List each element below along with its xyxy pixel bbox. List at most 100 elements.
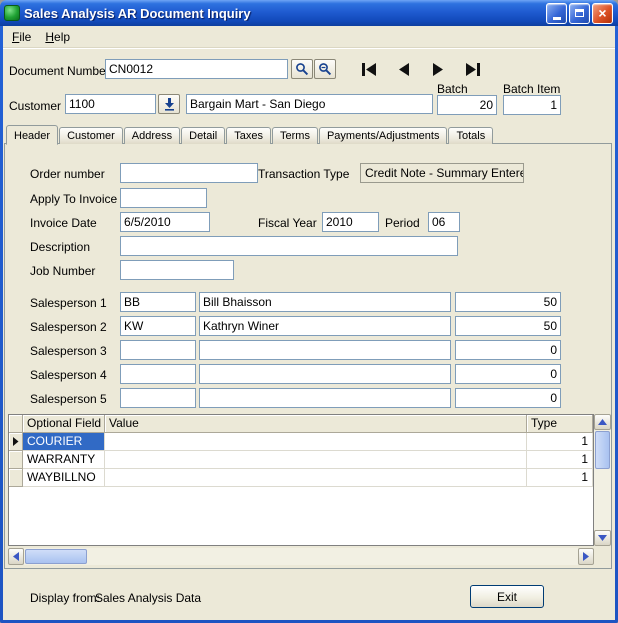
tab-totals[interactable]: Totals	[448, 127, 494, 144]
first-record-button[interactable]	[356, 61, 382, 77]
grid-header-optional-field[interactable]: Optional Field	[23, 415, 105, 433]
tab-address[interactable]: Address	[123, 127, 181, 144]
previous-record-button[interactable]	[391, 61, 417, 77]
grid-row-waybillno[interactable]: WAYBILLNO 1	[9, 469, 593, 487]
titlebar[interactable]: Sales Analysis AR Document Inquiry ×	[0, 0, 618, 26]
invoice-date-label: Invoice Date	[30, 216, 97, 230]
app-icon	[4, 5, 20, 21]
order-number-input[interactable]	[120, 163, 258, 183]
salesperson-5-percent[interactable]	[455, 388, 561, 408]
grid-row-warranty[interactable]: WARRANTY 1	[9, 451, 593, 469]
magnifier-plus-icon	[319, 63, 332, 76]
cell-value[interactable]	[105, 451, 527, 469]
apply-to-invoice-label: Apply To Invoice	[30, 192, 118, 206]
transaction-type-value: Credit Note - Summary Entered	[360, 163, 524, 183]
salesperson-4-percent[interactable]	[455, 364, 561, 384]
arrow-right-icon	[583, 552, 589, 561]
tab-payments-adjustments[interactable]: Payments/Adjustments	[318, 127, 448, 144]
exit-button[interactable]: Exit	[470, 585, 544, 608]
vertical-scroll-track[interactable]	[594, 470, 611, 530]
cell-optional-field[interactable]: WAYBILLNO	[23, 469, 105, 487]
cell-optional-field[interactable]: WARRANTY	[23, 451, 105, 469]
horizontal-scroll-thumb[interactable]	[25, 549, 87, 564]
job-number-input[interactable]	[120, 260, 234, 280]
grid-row-courier[interactable]: COURIER 1	[9, 433, 593, 451]
grid-header-type[interactable]: Type	[527, 415, 593, 433]
menu-help[interactable]: Help	[38, 28, 77, 46]
apply-to-invoice-input[interactable]	[120, 188, 207, 208]
arrow-up-icon	[598, 419, 607, 425]
row-selector[interactable]	[9, 451, 23, 469]
tab-terms[interactable]: Terms	[272, 127, 318, 144]
salesperson-1-code[interactable]	[120, 292, 196, 312]
salesperson-5-name[interactable]	[199, 388, 451, 408]
last-record-button[interactable]	[460, 61, 486, 77]
customer-finder-button[interactable]	[158, 94, 180, 114]
document-zoom-button[interactable]	[314, 59, 336, 79]
grid-header-value[interactable]: Value	[105, 415, 527, 433]
cell-value[interactable]	[105, 433, 527, 451]
window-body: File Help Document Number Customer Batch…	[3, 26, 615, 620]
scroll-down-button[interactable]	[594, 530, 611, 546]
document-number-input[interactable]	[105, 59, 288, 79]
salesperson-2-name[interactable]	[199, 316, 451, 336]
transaction-type-label: Transaction Type	[258, 167, 350, 181]
grid-vertical-scrollbar[interactable]	[594, 414, 611, 546]
cell-type[interactable]: 1	[527, 433, 593, 451]
salesperson-5-code[interactable]	[120, 388, 196, 408]
scroll-up-button[interactable]	[594, 414, 611, 430]
fiscal-year-input[interactable]	[322, 212, 379, 232]
cell-type[interactable]: 1	[527, 469, 593, 487]
close-button[interactable]: ×	[592, 2, 613, 24]
menu-file[interactable]: File	[5, 28, 38, 46]
customer-name-input[interactable]	[186, 94, 433, 114]
order-number-label: Order number	[30, 167, 105, 181]
salesperson-1-percent[interactable]	[455, 292, 561, 312]
batch-item-input[interactable]	[503, 95, 561, 115]
cell-type[interactable]: 1	[527, 451, 593, 469]
salesperson-1-name[interactable]	[199, 292, 451, 312]
fiscal-year-label: Fiscal Year	[258, 216, 317, 230]
salesperson-3-name[interactable]	[199, 340, 451, 360]
document-finder-button[interactable]	[291, 59, 313, 79]
next-record-button[interactable]	[425, 61, 451, 77]
salesperson-2-percent[interactable]	[455, 316, 561, 336]
vertical-scroll-thumb[interactable]	[595, 431, 610, 469]
scroll-left-button[interactable]	[8, 548, 24, 565]
salesperson-2-code[interactable]	[120, 316, 196, 336]
minimize-button[interactable]	[546, 2, 567, 24]
row-selector-current[interactable]	[9, 433, 23, 451]
scroll-right-button[interactable]	[578, 548, 594, 565]
arrow-down-finder-icon	[164, 98, 174, 111]
salesperson-3-label: Salesperson 3	[30, 344, 107, 358]
salesperson-4-name[interactable]	[199, 364, 451, 384]
display-from-label: Display from:	[30, 591, 101, 605]
horizontal-scroll-track[interactable]	[88, 548, 578, 565]
next-record-icon	[433, 62, 444, 76]
app-window: Sales Analysis AR Document Inquiry × Fil…	[0, 0, 618, 623]
job-number-label: Job Number	[30, 264, 96, 278]
cell-value[interactable]	[105, 469, 527, 487]
maximize-button[interactable]	[569, 2, 590, 24]
tab-customer[interactable]: Customer	[59, 127, 123, 144]
document-number-label: Document Number	[9, 64, 110, 78]
row-selector[interactable]	[9, 469, 23, 487]
period-label: Period	[385, 216, 420, 230]
grid-horizontal-scrollbar[interactable]	[8, 548, 594, 565]
invoice-date-input[interactable]	[120, 212, 210, 232]
salesperson-1-label: Salesperson 1	[30, 296, 107, 310]
tab-header[interactable]: Header	[6, 125, 59, 145]
batch-input[interactable]	[437, 95, 497, 115]
tab-taxes[interactable]: Taxes	[226, 127, 271, 144]
salesperson-2-label: Salesperson 2	[30, 320, 107, 334]
description-input[interactable]	[120, 236, 458, 256]
cell-optional-field[interactable]: COURIER	[23, 433, 105, 451]
customer-code-input[interactable]	[65, 94, 156, 114]
first-record-icon	[362, 62, 376, 76]
salesperson-4-code[interactable]	[120, 364, 196, 384]
salesperson-3-code[interactable]	[120, 340, 196, 360]
period-input[interactable]	[428, 212, 460, 232]
tab-detail[interactable]: Detail	[181, 127, 226, 144]
optional-fields-grid: Optional Field Value Type COURIER 1 WARR…	[8, 414, 594, 546]
salesperson-3-percent[interactable]	[455, 340, 561, 360]
